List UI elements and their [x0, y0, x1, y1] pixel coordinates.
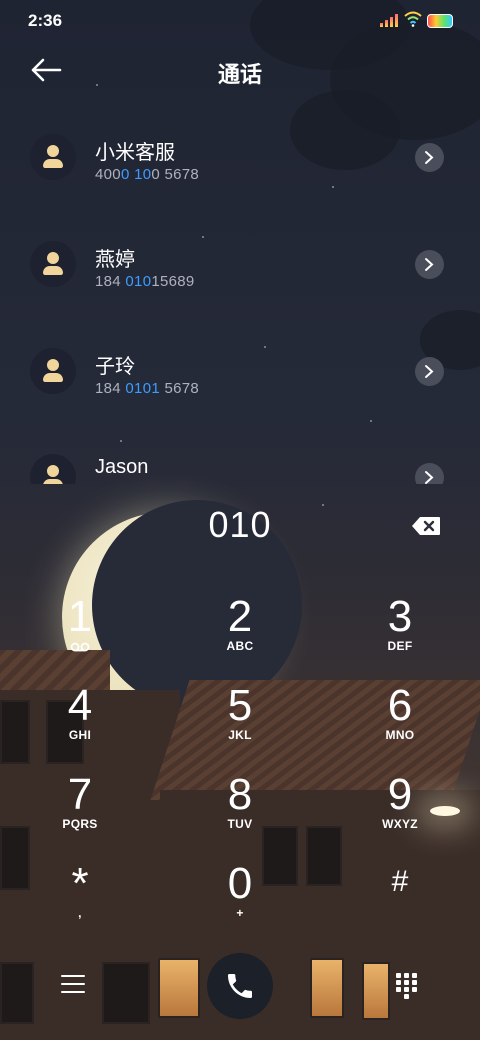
- chevron-right-icon[interactable]: [415, 143, 444, 172]
- chevron-right-icon[interactable]: [415, 463, 444, 484]
- key-8[interactable]: 8 TUV: [180, 773, 300, 853]
- avatar-icon: [30, 348, 76, 394]
- avatar-icon: [30, 241, 76, 287]
- contact-name: 子玲: [95, 356, 135, 378]
- avatar-icon: [30, 134, 76, 180]
- status-time: 2:36: [28, 11, 63, 30]
- contact-row[interactable]: 小米客服 4000 100 5678: [0, 102, 480, 208]
- key-5[interactable]: 5 JKL: [180, 684, 300, 764]
- key-4[interactable]: 4 GHI: [20, 684, 140, 764]
- key-9[interactable]: 9 WXYZ: [340, 773, 460, 853]
- contact-name: Jason: [95, 456, 149, 478]
- key-1[interactable]: 1: [20, 595, 140, 675]
- contact-name: 燕婷: [95, 249, 135, 271]
- header: 通话: [0, 40, 480, 100]
- signal-icon: [380, 13, 398, 27]
- key-0[interactable]: 0 +: [180, 862, 300, 942]
- contact-number: 184 0101 5678: [95, 380, 200, 397]
- key-6[interactable]: 6 MNO: [340, 684, 460, 764]
- key-7[interactable]: 7 PQRS: [20, 773, 140, 853]
- contact-name: 小米客服: [95, 142, 175, 164]
- contact-row[interactable]: 子玲 184 0101 5678: [0, 316, 480, 422]
- contact-row[interactable]: Jason: [0, 422, 480, 484]
- battery-icon: [427, 14, 453, 28]
- key-3[interactable]: 3 DEF: [340, 595, 460, 675]
- contact-suggestion-list[interactable]: 小米客服 4000 100 5678 燕婷 184 01015689 子玲 18…: [0, 102, 480, 484]
- chevron-right-icon[interactable]: [415, 250, 444, 279]
- status-bar: 2:36: [0, 0, 480, 40]
- page-title: 通话: [217, 62, 262, 87]
- contact-row[interactable]: 燕婷 184 01015689: [0, 209, 480, 315]
- dialpad-icon[interactable]: [396, 973, 417, 1000]
- chevron-right-icon[interactable]: [415, 357, 444, 386]
- avatar-icon: [30, 454, 76, 484]
- contact-number: 184 01015689: [95, 273, 195, 290]
- voicemail-icon: [70, 642, 90, 652]
- call-button[interactable]: [207, 953, 273, 1019]
- wifi-icon: [404, 11, 422, 27]
- key-2[interactable]: 2 ABC: [180, 595, 300, 675]
- dialed-number: 010: [208, 504, 272, 545]
- backspace-icon[interactable]: [411, 516, 441, 536]
- phone-icon: [228, 974, 252, 998]
- contact-number: 4000 100 5678: [95, 166, 200, 183]
- bottom-bar: [0, 950, 480, 1030]
- menu-icon[interactable]: [61, 975, 85, 997]
- key-hash[interactable]: #: [340, 862, 460, 942]
- key-star[interactable]: *,: [20, 862, 140, 942]
